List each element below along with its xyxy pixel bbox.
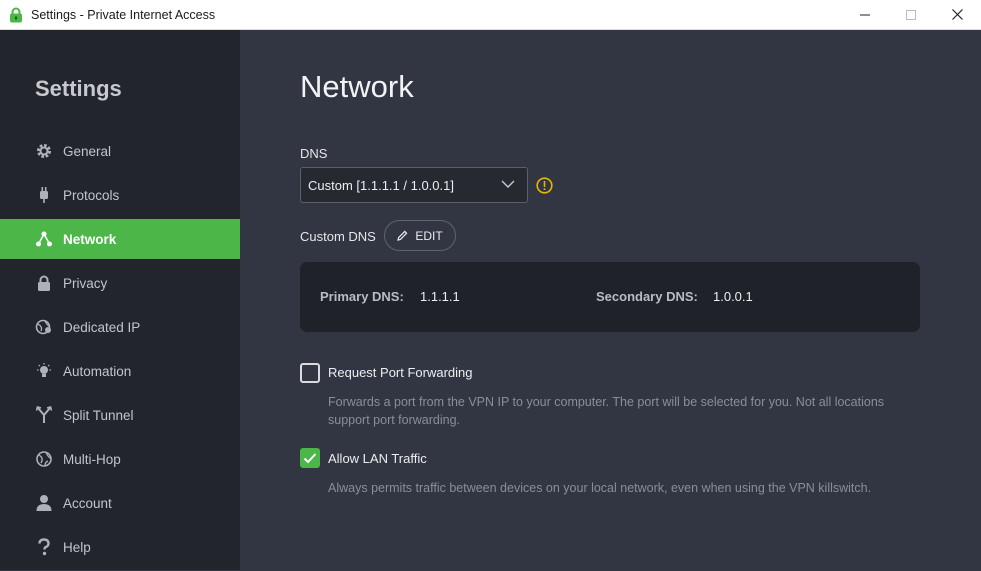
sidebar-item-automation[interactable]: Automation <box>0 351 240 391</box>
sidebar-item-label: General <box>63 143 112 159</box>
question-icon <box>35 538 53 556</box>
port-forwarding-checkbox[interactable] <box>300 363 320 383</box>
port-forwarding-description: Forwards a port from the VPN IP to your … <box>328 393 918 429</box>
dns-dropdown-value: Custom [1.1.1.1 / 1.0.0.1] <box>308 177 454 193</box>
dns-label: DNS <box>300 146 328 161</box>
secondary-dns-key: Secondary DNS: <box>596 289 698 304</box>
split-icon <box>35 406 53 424</box>
minimize-button[interactable] <box>842 0 888 29</box>
lan-traffic-label[interactable]: Allow LAN Traffic <box>328 451 427 466</box>
page-title: Network <box>300 69 414 104</box>
port-forwarding-description-line: Forwards a port from the VPN IP to your … <box>328 395 885 409</box>
sidebar-item-protocols[interactable]: Protocols <box>0 175 240 215</box>
lock-icon <box>35 274 53 292</box>
lightbulb-icon <box>35 362 53 380</box>
minimize-icon <box>860 14 870 15</box>
sidebar-item-dedicated-ip[interactable]: Dedicated IP <box>0 307 240 347</box>
globe-icon <box>35 450 53 468</box>
warning-icon[interactable] <box>536 177 553 194</box>
dns-dropdown[interactable]: Custom [1.1.1.1 / 1.0.0.1] <box>300 167 528 203</box>
secondary-dns-value: 1.0.0.1 <box>713 289 753 304</box>
port-forwarding-label[interactable]: Request Port Forwarding <box>328 365 473 380</box>
edit-dns-button[interactable]: EDIT <box>384 220 456 251</box>
sidebar-item-label: Protocols <box>63 187 120 203</box>
sidebar-item-account[interactable]: Account <box>0 483 240 523</box>
edit-button-label: EDIT <box>415 228 443 243</box>
sidebar-item-label: Privacy <box>63 275 108 291</box>
sidebar-item-multi-hop[interactable]: Multi-Hop <box>0 439 240 479</box>
sidebar-nav: General Protocols Network Privacy Dedica <box>0 131 240 571</box>
sidebar-item-privacy[interactable]: Privacy <box>0 263 240 303</box>
primary-dns-value: 1.1.1.1 <box>420 289 460 304</box>
plug-icon <box>35 186 53 204</box>
port-forwarding-description-line: support port forwarding. <box>328 413 461 427</box>
lan-traffic-checkbox[interactable] <box>300 448 320 468</box>
dns-info-panel: Primary DNS: 1.1.1.1 Secondary DNS: 1.0.… <box>300 262 920 332</box>
pencil-icon <box>397 230 408 241</box>
maximize-icon <box>906 9 916 20</box>
sidebar-item-help[interactable]: Help <box>0 527 240 567</box>
gear-icon <box>35 142 53 160</box>
sidebar-heading: Settings <box>35 76 122 101</box>
main-panel: Network DNS Custom [1.1.1.1 / 1.0.0.1] C… <box>240 30 981 570</box>
sidebar-item-label: Automation <box>63 363 132 379</box>
close-button[interactable] <box>934 0 980 29</box>
custom-dns-label: Custom DNS <box>300 229 376 244</box>
sidebar-item-label: Account <box>63 495 112 511</box>
sidebar-item-network[interactable]: Network <box>0 219 240 259</box>
window-title: Settings - Private Internet Access <box>31 7 216 22</box>
sidebar-item-label: Dedicated IP <box>63 319 141 335</box>
sidebar-item-label: Network <box>63 231 117 247</box>
app-lock-icon <box>10 7 22 22</box>
sidebar-item-split-tunnel[interactable]: Split Tunnel <box>0 395 240 435</box>
primary-dns-key: Primary DNS: <box>320 289 404 304</box>
lan-traffic-description: Always permits traffic between devices o… <box>328 481 872 495</box>
sidebar-item-general[interactable]: General <box>0 131 240 171</box>
globe-pin-icon <box>35 318 53 336</box>
sidebar-item-label: Multi-Hop <box>63 451 121 467</box>
close-icon <box>951 9 963 20</box>
checkmark-icon <box>303 453 317 464</box>
network-icon <box>35 230 53 248</box>
user-icon <box>35 494 53 512</box>
sidebar-item-label: Split Tunnel <box>63 407 134 423</box>
title-bar: Settings - Private Internet Access <box>0 0 981 30</box>
sidebar: Settings General Protocols Network Priva… <box>0 30 240 570</box>
sidebar-item-label: Help <box>63 539 91 555</box>
maximize-button[interactable] <box>888 0 934 29</box>
chevron-down-icon <box>501 180 515 188</box>
